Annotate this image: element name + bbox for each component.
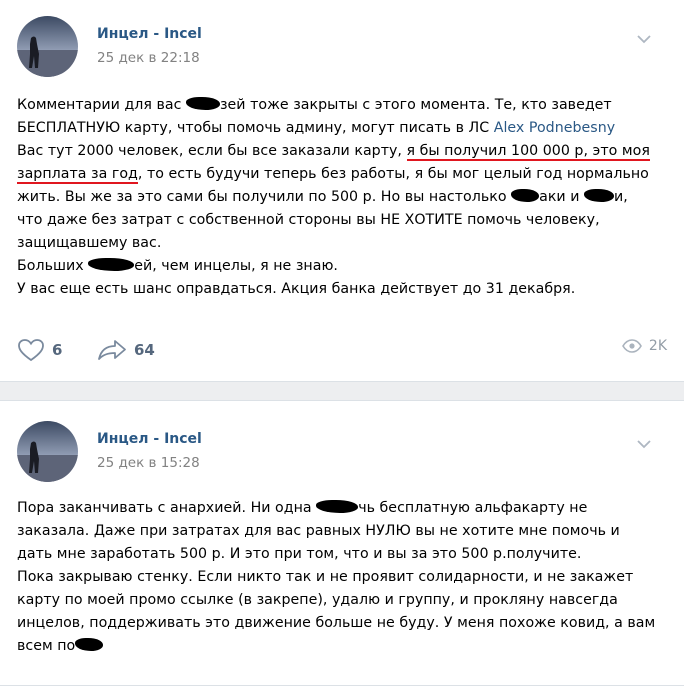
post: Инцел - Incel 25 дек в 15:28 Пора заканч… xyxy=(0,400,684,686)
chevron-down-icon[interactable] xyxy=(636,31,652,47)
text-fragment: и, xyxy=(614,189,628,205)
text-fragment: аки и xyxy=(539,189,584,205)
censor-mark xyxy=(75,638,104,651)
text-fragment: чь бесплатную альфакарту не xyxy=(358,500,588,516)
post-author[interactable]: Инцел - Incel xyxy=(97,26,202,42)
post-date[interactable]: 25 дек в 15:28 xyxy=(97,455,200,471)
highlighted-text: я бы получил 100 000 р, это моя xyxy=(406,143,650,161)
text-fragment: БЕСПЛАТНУЮ карту, чтобы помочь админу, м… xyxy=(17,120,494,136)
censor-mark xyxy=(316,500,359,513)
share-count: 64 xyxy=(134,341,155,359)
text-fragment: Пора заканчивать с анархией. Ни одна xyxy=(17,500,317,516)
text-fragment: жить. Вы же за это сами бы получили по 5… xyxy=(17,189,512,205)
text-line: заказала. Даже при затратах для вас равн… xyxy=(17,523,620,539)
post-author[interactable]: Инцел - Incel xyxy=(97,431,202,447)
text-line: Пока закрываю стенку. Если никто так и н… xyxy=(17,569,634,585)
post: Инцел - Incel 25 дек в 22:18 Комментарии… xyxy=(0,0,684,382)
post-actions: 6 64 2K xyxy=(17,338,667,364)
chevron-down-icon[interactable] xyxy=(636,436,652,452)
censor-mark xyxy=(185,97,220,110)
views-counter: 2K xyxy=(621,338,667,354)
text-fragment: Вас тут 2000 человек, если бы все заказа… xyxy=(17,143,407,159)
post-date[interactable]: 25 дек в 22:18 xyxy=(97,50,200,66)
text-line: карту по моей промо ссылке (в закрепе), … xyxy=(17,592,618,608)
like-button[interactable]: 6 xyxy=(17,338,62,362)
text-line: что даже без затрат с собственной сторон… xyxy=(17,212,600,228)
text-fragment: зей тоже закрыты с этого момента. Те, кт… xyxy=(219,97,612,113)
highlighted-text: зарплата за год xyxy=(17,166,138,184)
like-count: 6 xyxy=(52,341,63,359)
share-button[interactable]: 64 xyxy=(97,338,155,362)
text-fragment: , то есть будучи теперь без работы, я бы… xyxy=(137,166,649,182)
censor-mark xyxy=(511,189,540,202)
share-arrow-icon xyxy=(98,340,126,360)
censor-mark xyxy=(88,258,135,271)
post-text: Комментарии для вас зей тоже закрыты с э… xyxy=(17,94,657,301)
heart-icon xyxy=(18,339,44,362)
text-fragment: Комментарии для вас xyxy=(17,97,186,113)
mention-link[interactable]: Alex Podnebesny xyxy=(494,120,615,136)
text-line: У вас еще есть шанс оправдаться. Акция б… xyxy=(17,281,576,297)
text-line: дать мне заработать 500 р. И это при том… xyxy=(17,546,582,562)
censor-mark xyxy=(584,189,614,202)
post-text: Пора заканчивать с анархией. Ни одна чь … xyxy=(17,497,657,658)
text-line: инцелов, поддерживать это движение больш… xyxy=(17,615,656,631)
avatar[interactable] xyxy=(17,421,78,482)
text-fragment: всем по xyxy=(17,638,76,654)
view-count: 2K xyxy=(648,338,667,354)
text-fragment: Больших xyxy=(17,258,89,274)
eye-icon xyxy=(621,339,642,353)
text-fragment: ей, чем инцелы, я не знаю. xyxy=(134,258,338,274)
avatar[interactable] xyxy=(17,16,78,77)
text-line: защищавшему вас. xyxy=(17,235,162,251)
